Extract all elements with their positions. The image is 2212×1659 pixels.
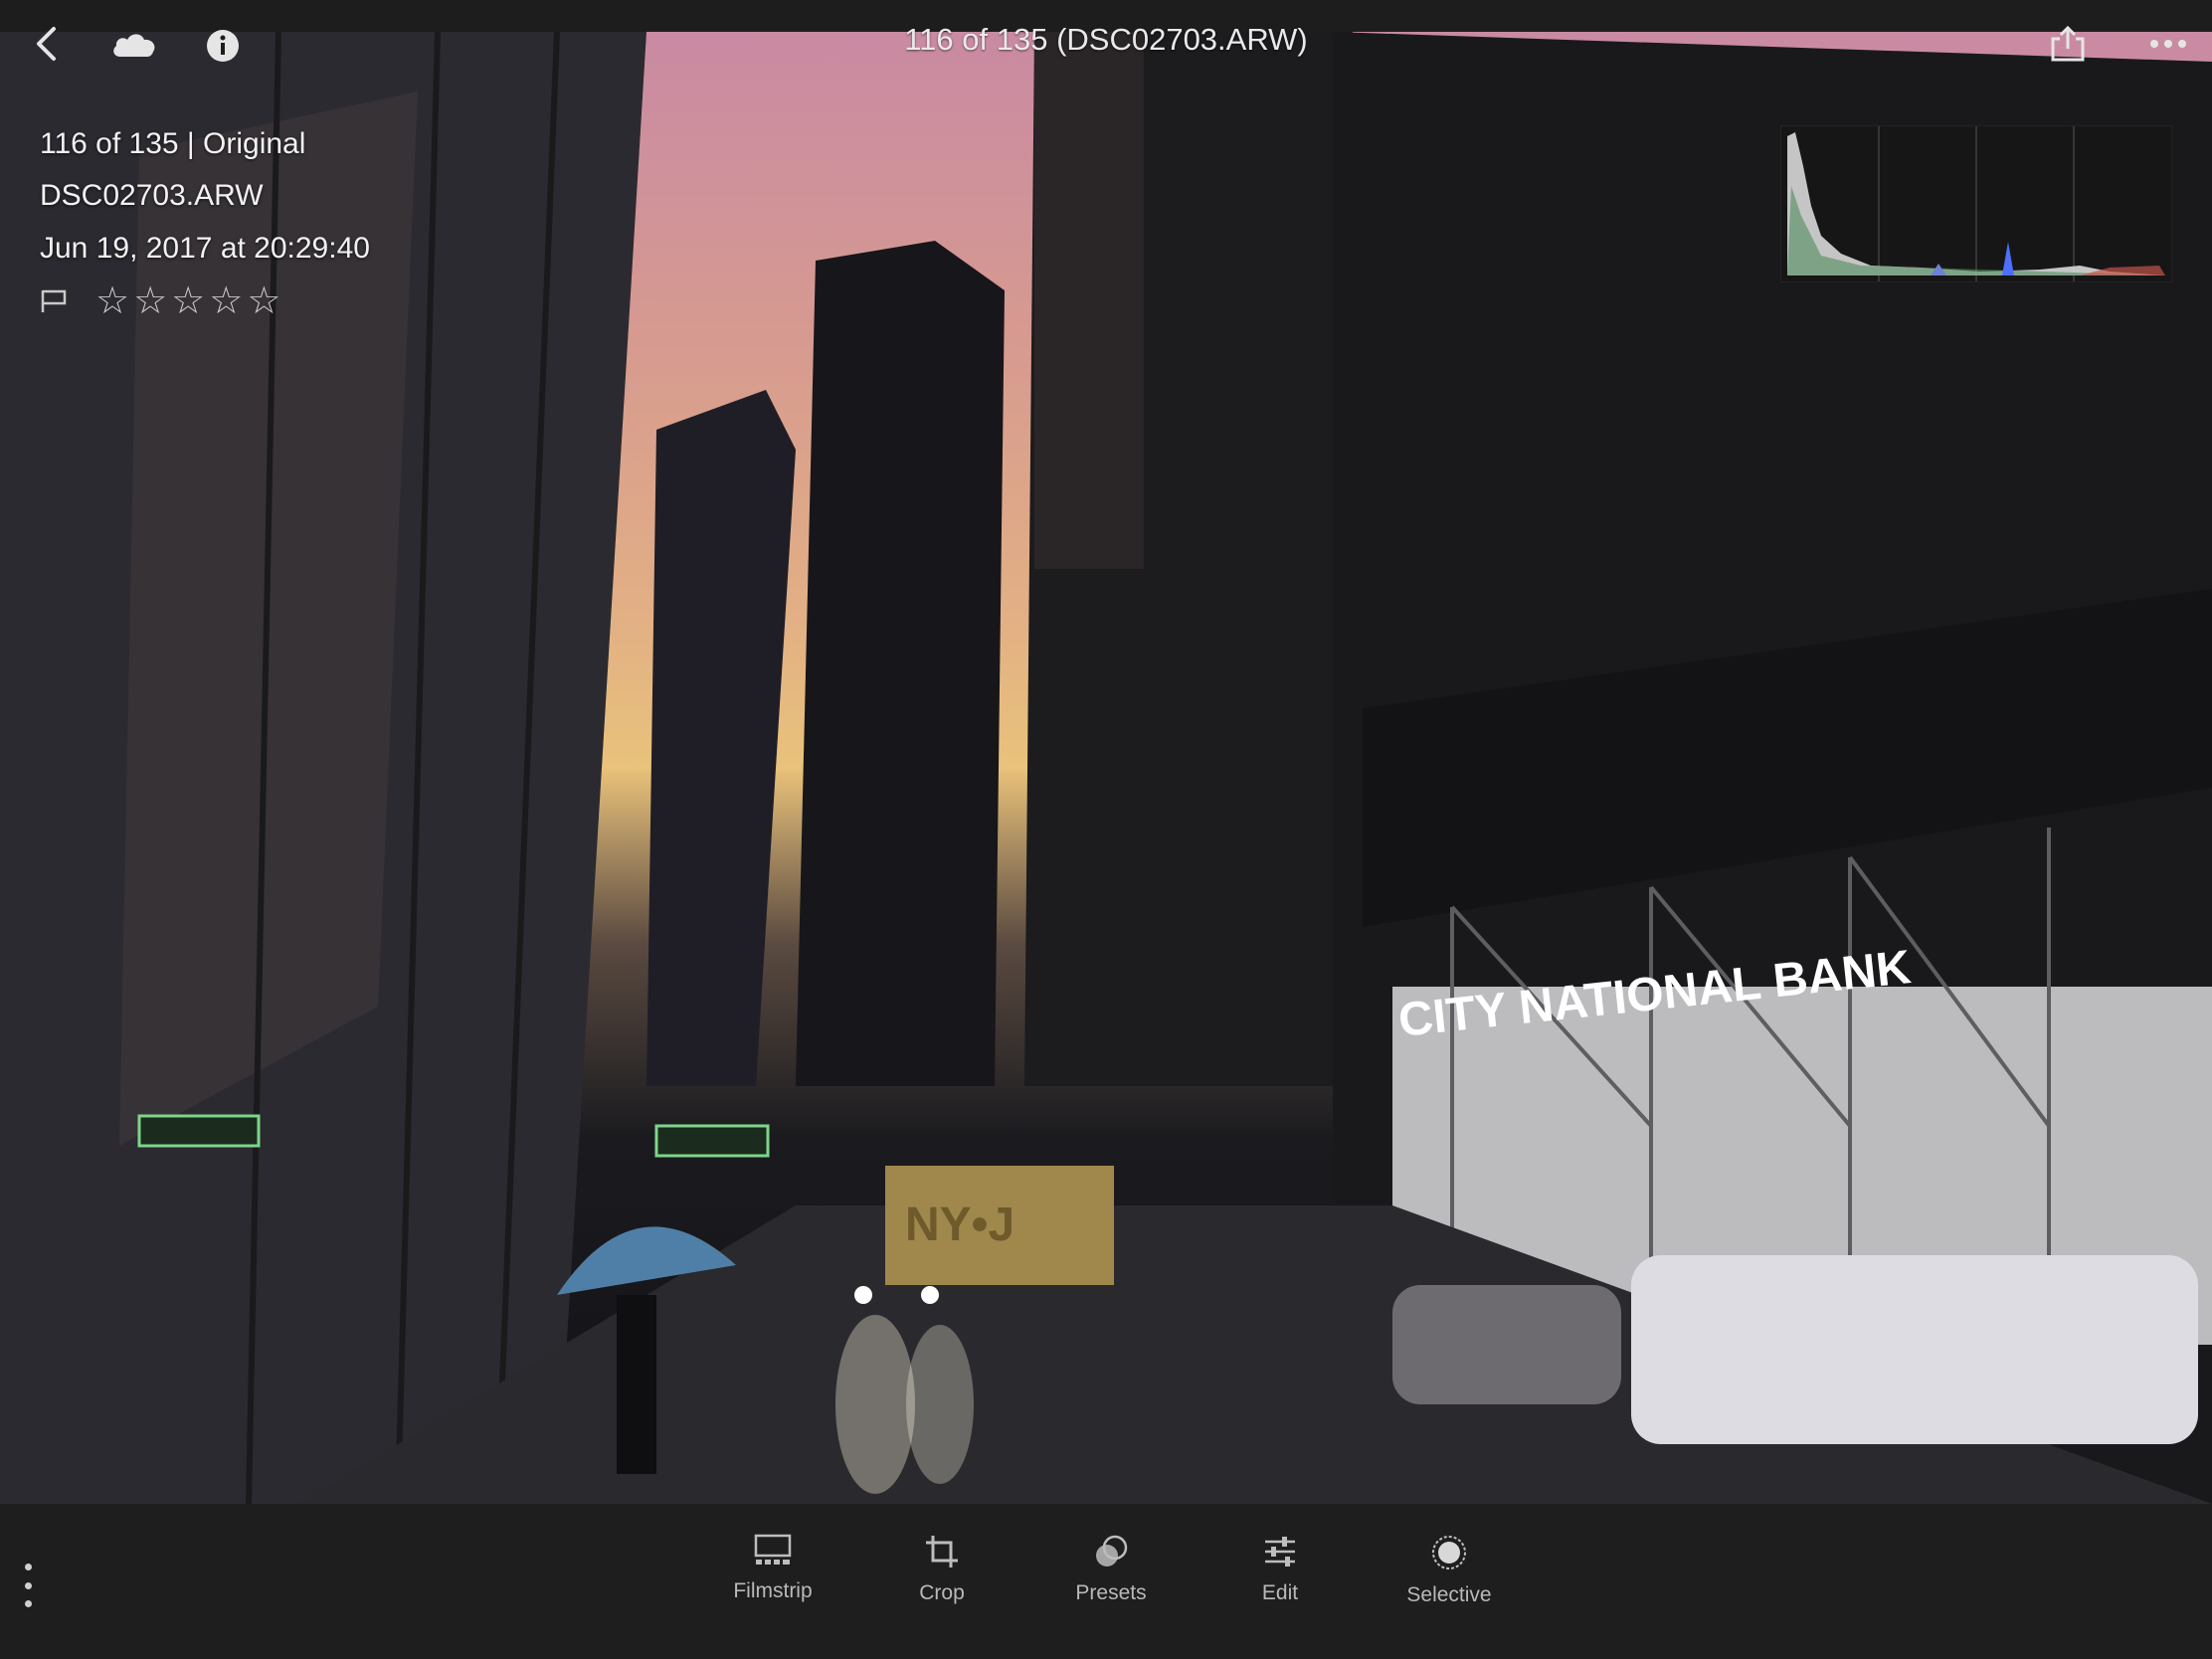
selective-tool[interactable]: Selective — [1375, 1534, 1524, 1607]
truck-text: NY•J — [905, 1198, 1014, 1251]
selective-icon — [1432, 1536, 1466, 1569]
filmstrip-icon — [754, 1534, 792, 1565]
star-1[interactable]: ☆ — [95, 282, 129, 320]
more-horizontal-icon — [2150, 40, 2186, 48]
tools-menu-button[interactable] — [22, 1564, 34, 1607]
kebab-dot — [24, 1564, 32, 1570]
share-button[interactable] — [2049, 24, 2087, 64]
kebab-dot — [24, 1581, 32, 1589]
crop-label: Crop — [919, 1581, 965, 1604]
photo-datetime: Jun 19, 2017 at 20:29:40 — [40, 232, 370, 265]
selective-label: Selective — [1406, 1583, 1492, 1606]
neon-sign — [137, 1114, 261, 1148]
star-5[interactable]: ☆ — [247, 282, 280, 320]
star-2[interactable]: ☆ — [133, 282, 167, 320]
presets-tool[interactable]: Presets — [1036, 1534, 1186, 1605]
headlight-reflection — [835, 1315, 915, 1494]
star-4[interactable]: ☆ — [209, 282, 243, 320]
more-button[interactable] — [2148, 34, 2188, 54]
photo-filename: DSC02703.ARW — [40, 179, 264, 212]
edit-tool[interactable]: Edit — [1205, 1534, 1355, 1605]
headlight — [921, 1286, 939, 1304]
star-3[interactable]: ☆ — [171, 282, 205, 320]
sliders-icon — [1265, 1537, 1295, 1567]
histogram — [1780, 125, 2172, 282]
filmstrip-label: Filmstrip — [733, 1579, 813, 1602]
pedestrian — [617, 1295, 656, 1474]
photo-position-label: 116 of 135 | Original — [40, 127, 306, 160]
edit-label: Edit — [1261, 1581, 1299, 1604]
crop-tool[interactable]: Crop — [867, 1534, 1016, 1605]
photo-title: 116 of 135 (DSC02703.ARW) — [904, 22, 1308, 57]
kebab-dot — [24, 1600, 32, 1607]
center-tower — [796, 241, 1005, 1086]
crop-icon — [926, 1536, 958, 1567]
bottom-toolbar: Filmstrip Crop Presets Edit Selective — [0, 1504, 2212, 1659]
flag-icon[interactable] — [40, 288, 68, 314]
share-icon — [2051, 25, 2085, 62]
presets-icon — [1096, 1535, 1128, 1567]
presets-label: Presets — [1075, 1581, 1147, 1604]
tall-tower-reflection — [1034, 32, 1144, 569]
filmstrip-tool[interactable]: Filmstrip — [698, 1534, 847, 1603]
white-van — [1631, 1255, 2198, 1444]
headlight-reflection — [906, 1325, 974, 1484]
histogram-graph — [1787, 126, 2165, 281]
neon-sign — [654, 1124, 770, 1158]
headlight — [854, 1286, 872, 1304]
rating-row: ☆ ☆ ☆ ☆ ☆ — [40, 282, 280, 320]
suv — [1392, 1285, 1621, 1404]
distant-tower — [646, 390, 796, 1086]
